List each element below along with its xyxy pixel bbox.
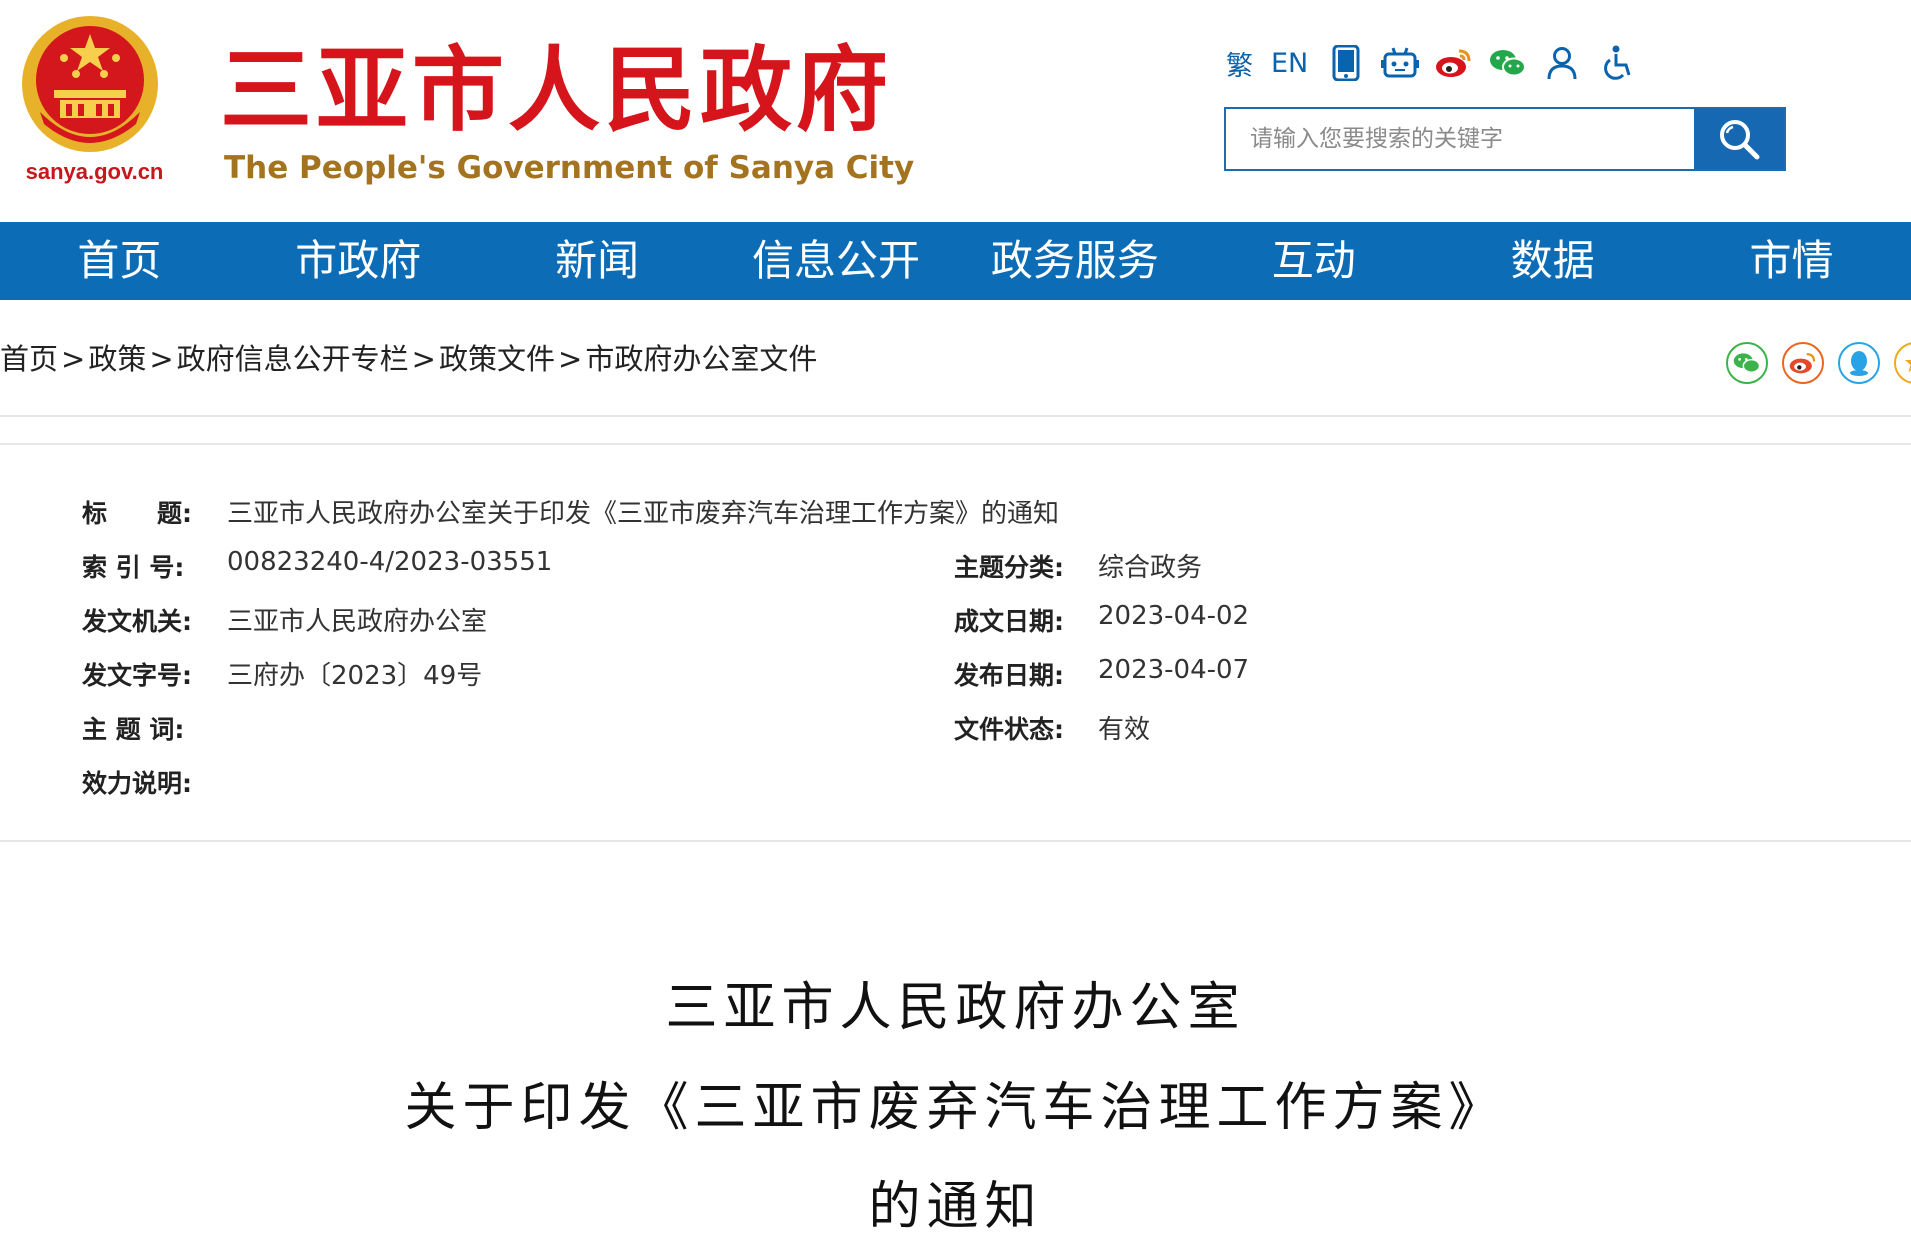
breadcrumb-disclosure-column[interactable]: 政府信息公开专栏 (177, 342, 409, 376)
meta-issuer-value: 三亚市人民政府办公室 (227, 607, 488, 637)
breadcrumb-office-documents[interactable]: 市政府办公室文件 (585, 342, 817, 376)
main-nav: 首页 市政府 新闻 信息公开 政务服务 互动 数据 市情 (0, 222, 1911, 300)
divider (0, 840, 1911, 842)
meta-topic-value: 综合政务 (1098, 553, 1203, 583)
meta-validity-label: 效力说明: (82, 769, 192, 798)
breadcrumb-separator: > (149, 342, 174, 376)
search-button[interactable] (1694, 109, 1784, 169)
document-title-line2: 关于印发《三亚市废弃汽车治理工作方案》 (404, 1078, 1507, 1138)
meta-index-label: 索 引 号: (82, 553, 185, 582)
meta-title-value: 三亚市人民政府办公室关于印发《三亚市废弃汽车治理工作方案》的通知 (227, 499, 1060, 529)
meta-title-label: 标 题: (82, 499, 192, 528)
breadcrumb-separator: > (558, 342, 583, 376)
meta-published-date-label: 发布日期: (954, 661, 1064, 690)
nav-item-city-overview[interactable]: 市情 (1672, 222, 1911, 300)
breadcrumb-policy[interactable]: 政策 (88, 342, 146, 376)
header-toolbar: 繁 EN (1226, 38, 1650, 88)
share-buttons (1726, 342, 1911, 384)
nav-item-home[interactable]: 首页 (0, 222, 239, 300)
nav-item-data[interactable]: 数据 (1433, 222, 1672, 300)
meta-keywords-label: 主 题 词: (82, 715, 185, 744)
nav-item-interaction[interactable]: 互动 (1194, 222, 1433, 300)
meta-written-date-value: 2023-04-02 (1098, 601, 1250, 631)
national-emblem-logo[interactable] (18, 12, 163, 157)
document-title-line3: 的通知 (868, 1177, 1043, 1237)
meta-status-value: 有效 (1098, 715, 1151, 745)
breadcrumb-policy-documents[interactable]: 政策文件 (439, 342, 555, 376)
site-title[interactable]: 三亚市人民政府 (220, 30, 892, 150)
breadcrumb-separator: > (411, 342, 436, 376)
share-wechat-icon[interactable] (1726, 342, 1768, 384)
share-favorite-icon[interactable] (1894, 342, 1911, 384)
meta-docno-value: 三府办〔2023〕49号 (227, 661, 483, 691)
site-header: sanya.gov.cn 三亚市人民政府 The People's Govern… (0, 0, 1911, 222)
site-domain: sanya.gov.cn (25, 159, 164, 184)
document-title-line1: 三亚市人民政府办公室 (665, 978, 1246, 1038)
breadcrumb-separator: > (61, 342, 86, 376)
mobile-icon[interactable] (1326, 43, 1366, 83)
english-link[interactable]: EN (1271, 48, 1308, 79)
breadcrumb: 首页 > 政策 > 政府信息公开专栏 > 政策文件 > 市政府办公室文件 (0, 336, 817, 378)
nav-item-city-government[interactable]: 市政府 (239, 222, 478, 300)
meta-issuer-label: 发文机关: (82, 607, 192, 636)
meta-published-date-value: 2023-04-07 (1098, 655, 1250, 685)
nav-item-information-disclosure[interactable]: 信息公开 (717, 222, 956, 300)
divider (0, 415, 1911, 417)
nav-item-news[interactable]: 新闻 (478, 222, 717, 300)
site-subtitle: The People's Government of Sanya City (224, 150, 915, 186)
user-icon[interactable] (1542, 43, 1582, 83)
search-icon (1720, 120, 1760, 160)
meta-written-date-label: 成文日期: (954, 607, 1064, 636)
divider (0, 443, 1911, 445)
accessibility-icon[interactable] (1596, 43, 1636, 83)
share-weibo-icon[interactable] (1782, 342, 1824, 384)
traditional-chinese-link[interactable]: 繁 (1226, 44, 1253, 83)
meta-index-value: 00823240-4/2023-03551 (227, 547, 553, 577)
meta-topic-label: 主题分类: (954, 553, 1064, 582)
robot-icon[interactable] (1380, 43, 1420, 83)
breadcrumb-home[interactable]: 首页 (0, 342, 58, 376)
meta-status-label: 文件状态: (954, 715, 1064, 744)
weibo-icon[interactable] (1434, 43, 1474, 83)
wechat-icon[interactable] (1488, 43, 1528, 83)
meta-docno-label: 发文字号: (82, 661, 192, 690)
search-input[interactable] (1226, 109, 1694, 169)
share-qq-icon[interactable] (1838, 342, 1880, 384)
search-box (1224, 107, 1786, 171)
nav-item-government-services[interactable]: 政务服务 (956, 222, 1195, 300)
